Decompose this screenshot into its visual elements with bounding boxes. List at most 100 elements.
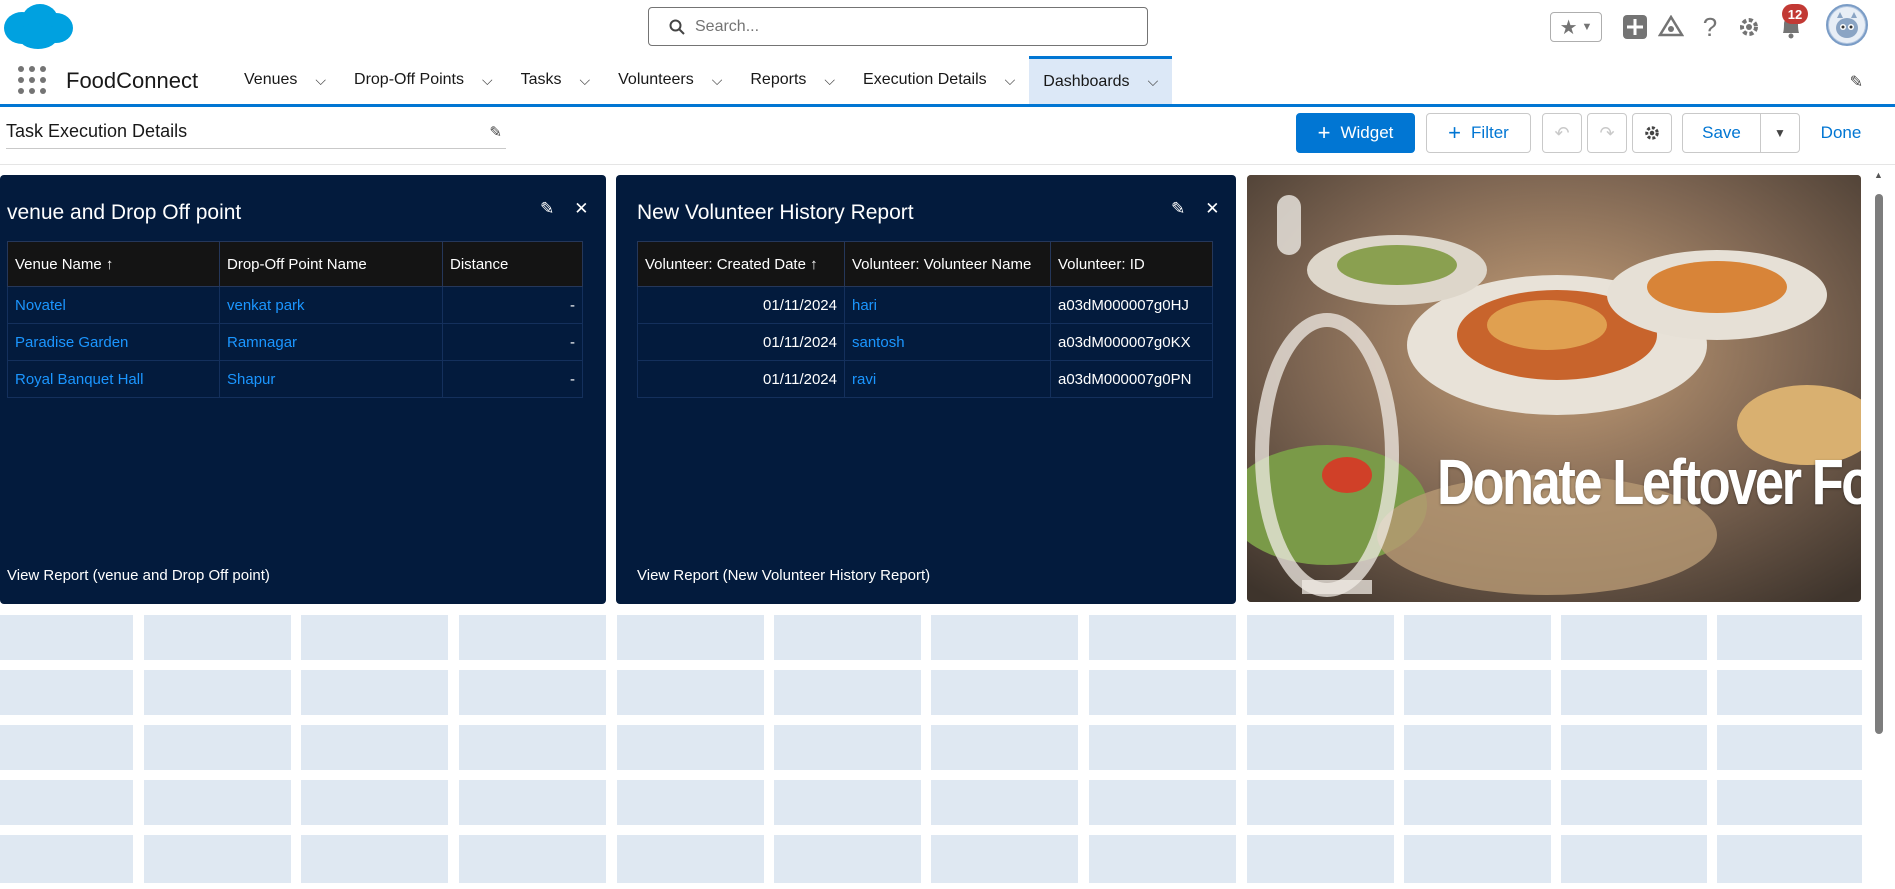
pencil-icon[interactable]: ✎: [489, 123, 502, 141]
column-header[interactable]: Distance: [442, 241, 583, 287]
drop-off-link[interactable]: venkat park: [219, 286, 443, 324]
scroll-up-icon[interactable]: ▲: [1874, 170, 1883, 180]
grid-placeholder-cell: [774, 835, 921, 883]
tab-dashboards[interactable]: Dashboards ⌵: [1029, 56, 1173, 104]
widget-venue-drop-off[interactable]: venue and Drop Off point ✎ ✕ Venue Name …: [0, 175, 606, 604]
table-row: Paradise Garden Ramnagar -: [7, 323, 583, 361]
redo-button[interactable]: ↷: [1587, 113, 1627, 153]
grid-placeholder-cell: [617, 670, 764, 715]
tab-tasks[interactable]: Tasks ⌵: [507, 56, 605, 104]
tab-venues[interactable]: Venues ⌵: [230, 56, 340, 104]
view-report-link[interactable]: View Report (New Volunteer History Repor…: [637, 567, 930, 584]
chevron-down-icon[interactable]: ⌵: [482, 72, 493, 89]
avatar[interactable]: [1826, 4, 1868, 46]
column-header[interactable]: Drop-Off Point Name: [219, 241, 443, 287]
grid-placeholder-cell: [774, 615, 921, 660]
chevron-down-icon[interactable]: ▼: [1582, 21, 1593, 33]
pencil-icon[interactable]: ✎: [540, 199, 554, 219]
created-date-cell: 01/11/2024: [637, 286, 845, 324]
help-icon[interactable]: ?: [1696, 12, 1724, 42]
grid-placeholder-cell: [0, 725, 133, 770]
edit-nav-icon[interactable]: ✎: [1850, 72, 1863, 92]
tab-label: Venues: [244, 71, 298, 88]
dashboard-name-field[interactable]: Task Execution Details ✎: [6, 121, 506, 149]
global-actions-button[interactable]: [1620, 12, 1650, 42]
done-button[interactable]: Done: [1808, 113, 1874, 153]
grid-placeholder-cell: [1561, 670, 1707, 715]
favorites-button[interactable]: ★ ▼: [1550, 12, 1602, 42]
chevron-down-icon[interactable]: ⌵: [315, 72, 326, 89]
trailhead-button[interactable]: [1656, 12, 1686, 42]
scrollbar-thumb[interactable]: [1875, 194, 1883, 734]
grid-placeholder-cell: [144, 725, 291, 770]
grid-placeholder-cell: [144, 615, 291, 660]
save-button[interactable]: Save: [1682, 113, 1761, 153]
grid-placeholder-cell: [1717, 670, 1862, 715]
grid-placeholder-cell: [0, 670, 133, 715]
dashboard-properties-button[interactable]: [1632, 113, 1672, 153]
tab-reports[interactable]: Reports ⌵: [736, 56, 849, 104]
table-row: 01/11/2024 ravi a03dM000007g0PN: [637, 360, 1213, 398]
widget-label: Widget: [1340, 123, 1394, 142]
app-launcher-icon[interactable]: [18, 66, 46, 94]
widget-actions: ✎ ✕: [1171, 199, 1220, 219]
close-icon[interactable]: ✕: [574, 199, 588, 219]
image-widget[interactable]: Donate Leftover Food: [1247, 175, 1861, 602]
volunteer-id-cell: a03dM000007g0KX: [1050, 323, 1213, 361]
column-header[interactable]: Volunteer: ID: [1050, 241, 1213, 287]
add-widget-button[interactable]: + Widget: [1296, 113, 1415, 153]
tab-volunteers[interactable]: Volunteers ⌵: [604, 56, 736, 104]
volunteer-name-link[interactable]: ravi: [844, 360, 1051, 398]
drop-off-link[interactable]: Shapur: [219, 360, 443, 398]
chevron-down-icon[interactable]: ⌵: [1148, 73, 1159, 90]
venue-link[interactable]: Royal Banquet Hall: [7, 360, 220, 398]
table-row: Royal Banquet Hall Shapur -: [7, 360, 583, 398]
view-report-link[interactable]: View Report (venue and Drop Off point): [7, 567, 270, 584]
column-header[interactable]: Volunteer: Created Date ↑: [637, 241, 845, 287]
column-header[interactable]: Volunteer: Volunteer Name: [844, 241, 1051, 287]
drop-off-link[interactable]: Ramnagar: [219, 323, 443, 361]
pencil-icon[interactable]: ✎: [1171, 199, 1185, 219]
grid-placeholder-cell: [1404, 725, 1551, 770]
widget-actions: ✎ ✕: [540, 199, 589, 219]
global-search-input[interactable]: Search...: [648, 7, 1148, 46]
venue-link[interactable]: Paradise Garden: [7, 323, 220, 361]
volunteer-name-link[interactable]: santosh: [844, 323, 1051, 361]
grid-placeholder-cell: [931, 835, 1078, 883]
column-header[interactable]: Venue Name ↑: [7, 241, 220, 287]
close-icon[interactable]: ✕: [1205, 199, 1219, 219]
undo-button[interactable]: ↶: [1542, 113, 1582, 153]
volunteer-name-link[interactable]: hari: [844, 286, 1051, 324]
add-filter-button[interactable]: + Filter: [1426, 113, 1531, 153]
chevron-down-icon[interactable]: ⌵: [1005, 72, 1016, 89]
grid-placeholder-cell: [301, 725, 448, 770]
distance-cell: -: [442, 360, 583, 398]
tab-execution-details[interactable]: Execution Details ⌵: [849, 56, 1029, 104]
grid-placeholder-cell: [459, 835, 606, 883]
tab-drop-off-points[interactable]: Drop-Off Points ⌵: [340, 56, 507, 104]
grid-placeholder-cell: [774, 780, 921, 825]
grid-placeholder-cell: [0, 835, 133, 883]
notification-count-badge: 12: [1782, 4, 1808, 24]
save-menu-button[interactable]: ▼: [1760, 113, 1800, 153]
salesforce-logo[interactable]: [2, 2, 74, 52]
venue-link[interactable]: Novatel: [7, 286, 220, 324]
widget-title: venue and Drop Off point: [7, 201, 242, 224]
tab-label: Dashboards: [1043, 72, 1130, 90]
grid-placeholder-cell: [301, 835, 448, 883]
grid-placeholder-cell: [301, 670, 448, 715]
grid-placeholder-cell: [459, 670, 606, 715]
chevron-down-icon[interactable]: ⌵: [580, 72, 591, 89]
setup-button[interactable]: [1734, 12, 1764, 42]
grid-placeholder-cell: [617, 780, 764, 825]
canvas-scrollbar[interactable]: ▲: [1872, 170, 1886, 889]
volunteer-id-cell: a03dM000007g0HJ: [1050, 286, 1213, 324]
chevron-down-icon[interactable]: ⌵: [824, 72, 835, 89]
grid-placeholder-cell: [1717, 615, 1862, 660]
grid-placeholder-cell: [1717, 725, 1862, 770]
chevron-down-icon[interactable]: ⌵: [712, 72, 723, 89]
grid-placeholder-cell: [1089, 615, 1236, 660]
tab-label: Reports: [750, 71, 807, 88]
widget-new-volunteer-history[interactable]: New Volunteer History Report ✎ ✕ Volunte…: [616, 175, 1236, 604]
grid-placeholder-cell: [617, 835, 764, 883]
